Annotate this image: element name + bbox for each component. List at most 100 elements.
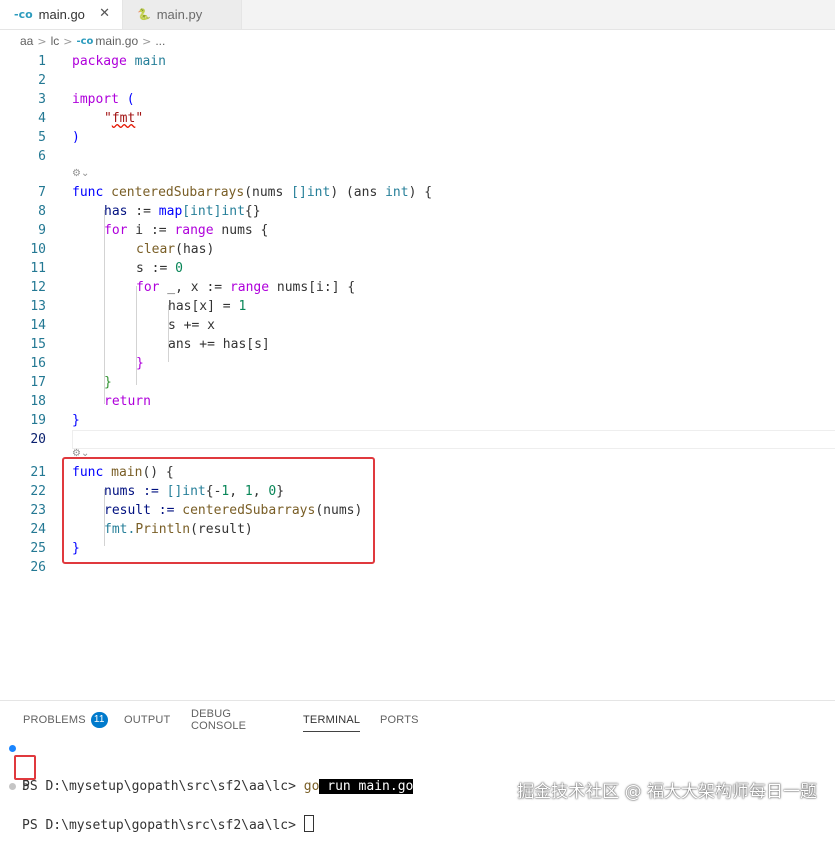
identifier: s += x	[168, 318, 215, 333]
code-line: 11 s := 0	[0, 259, 835, 278]
breadcrumb-aa[interactable]: aa	[20, 34, 33, 48]
tab-main-go[interactable]: -co main.go ✕	[0, 0, 123, 29]
go-file-icon: -co	[14, 8, 33, 21]
close-icon[interactable]: ✕	[99, 6, 110, 21]
punctuation: (	[126, 92, 135, 107]
keyword: range	[229, 280, 270, 295]
line-number: 5	[38, 130, 46, 145]
line-number: 11	[30, 261, 46, 276]
breadcrumb: aa > lc > -co main.go > ...	[0, 30, 835, 52]
line-number: 9	[38, 223, 46, 238]
string-quote: "	[104, 111, 112, 126]
tab-output[interactable]: OUTPUT	[124, 709, 170, 731]
line-number: 15	[30, 337, 46, 352]
terminal-cursor	[303, 815, 314, 832]
bottom-panel: PROBLEMS 11 OUTPUT DEBUG CONSOLE TERMINAL…	[0, 700, 835, 833]
command-status-dot-icon[interactable]	[9, 745, 16, 752]
tab-label: PORTS	[380, 714, 419, 726]
code-line: 13 has[x] = 1	[0, 297, 835, 316]
punctuation: {}	[244, 204, 261, 219]
line-number: 20	[30, 432, 46, 447]
punctuation: }	[136, 356, 144, 371]
code-line: 6	[0, 147, 835, 166]
line-number: 24	[30, 522, 46, 537]
line-number: 13	[30, 299, 46, 314]
code-rest: (has)	[175, 242, 215, 257]
code-line: 3 import (	[0, 90, 835, 109]
breadcrumb-lc[interactable]: lc	[51, 34, 60, 48]
line-number: 14	[30, 318, 46, 333]
python-file-icon: 🐍	[137, 8, 151, 21]
tab-ports[interactable]: PORTS	[380, 709, 419, 731]
identifier: s :=	[136, 261, 176, 276]
code-line: 10 clear(has)	[0, 240, 835, 259]
code-line: 12 for _, x := range nums[i:] {	[0, 278, 835, 297]
keyword: map	[158, 204, 183, 219]
line-number: 18	[30, 394, 46, 409]
chevron-right-icon: >	[63, 34, 73, 48]
line-number: 8	[38, 204, 46, 219]
go-file-icon: -co	[76, 35, 94, 47]
type: int	[385, 185, 409, 200]
tab-problems[interactable]: PROBLEMS 11	[23, 709, 108, 731]
code-line: 8 has := map[int]int{}	[0, 202, 835, 221]
code-line: 18 return	[0, 392, 835, 411]
identifier: has	[104, 204, 128, 219]
command-status-dot-icon[interactable]	[9, 783, 16, 790]
code-line: 1 package main	[0, 52, 835, 71]
tab-label: OUTPUT	[124, 714, 171, 726]
string-quote: "	[135, 111, 144, 126]
code-rest: nums {	[213, 223, 269, 238]
breadcrumb-file[interactable]: main.go	[95, 34, 138, 48]
line-number: 17	[30, 375, 46, 390]
identifier: ans += has[s]	[168, 337, 270, 352]
code-line: 2	[0, 71, 835, 90]
line-number: 25	[30, 541, 46, 556]
line-number: 4	[38, 111, 46, 126]
params: ) (ans	[330, 185, 386, 200]
line-number: 22	[30, 484, 46, 499]
tab-label: DEBUG CONSOLE	[191, 708, 247, 732]
chevron-right-icon: >	[142, 34, 152, 48]
identifier: has[x] =	[168, 299, 239, 314]
code-line: 4 "fmt"	[0, 109, 835, 128]
line-number: 23	[30, 503, 46, 518]
terminal-prompt: PS D:\mysetup\gopath\src\sf2\aa\lc>	[22, 818, 304, 833]
line-number: 26	[30, 560, 46, 575]
keyword: func	[72, 185, 104, 200]
terminal-output-line: 5	[0, 758, 835, 794]
watermark: 掘金技术社区 @ 福大大架构师每日一题	[517, 782, 817, 802]
tab-terminal[interactable]: TERMINAL	[303, 709, 361, 732]
code-line: 20	[0, 430, 835, 449]
type: [int]int	[182, 204, 245, 219]
number: 1	[238, 299, 247, 314]
line-number: 10	[30, 242, 46, 257]
tab-main-py[interactable]: 🐍 main.py	[123, 0, 242, 29]
identifier: i :=	[127, 223, 175, 238]
keyword: package	[72, 54, 127, 69]
problems-count-badge: 11	[90, 712, 108, 728]
package-name: main	[134, 54, 166, 69]
identifier: _, x :=	[159, 280, 230, 295]
tab-debug-console[interactable]: DEBUG CONSOLE	[191, 708, 247, 732]
code-line: 7 func centeredSubarrays(nums []int) (ans…	[0, 183, 835, 202]
breadcrumb-symbol[interactable]: ...	[155, 34, 165, 48]
keyword: range	[174, 223, 214, 238]
line-number: 2	[38, 73, 46, 88]
line-number: 1	[38, 54, 46, 69]
code-line: 5)	[0, 128, 835, 147]
tab-label: PROBLEMS	[23, 714, 86, 726]
tab-label: TERMINAL	[303, 714, 361, 726]
codelens-icon[interactable]: ⚙⌄	[72, 168, 89, 183]
line-number: 12	[30, 280, 46, 295]
params: (nums	[244, 185, 292, 200]
code-rest: nums[i:] {	[269, 280, 356, 295]
code-line: 16}	[0, 354, 835, 373]
tab-label: main.go	[38, 7, 85, 22]
code-line: 17}	[0, 373, 835, 392]
code-line: 19}	[0, 411, 835, 430]
terminal-line[interactable]: PS D:\mysetup\gopath\src\sf2\aa\lc> go r…	[0, 739, 835, 794]
function-name: centeredSubarrays	[111, 185, 245, 200]
code-line: 9 for i := range nums {	[0, 221, 835, 240]
type: []int	[291, 185, 331, 200]
